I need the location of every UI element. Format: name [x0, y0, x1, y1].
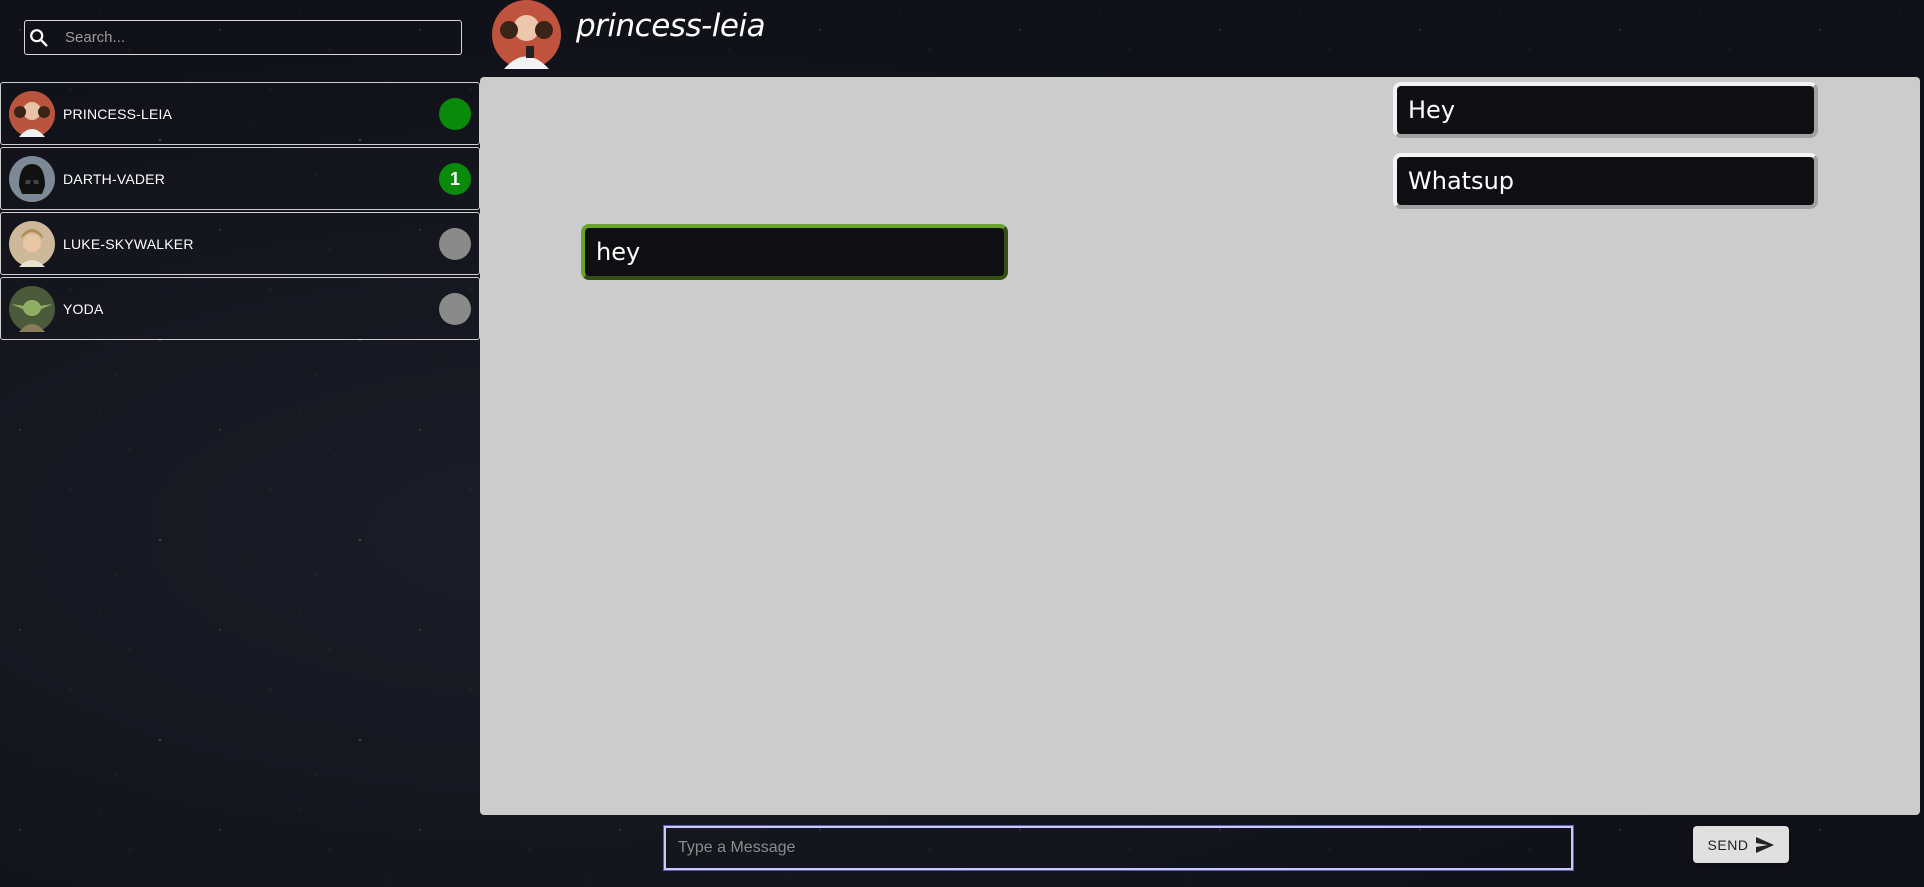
message-bubble-outgoing: Hey	[1393, 82, 1818, 138]
contact-item-darth-vader[interactable]: DARTH-VADER 1	[0, 147, 480, 210]
chat-window: Hey Whatsup hey	[480, 77, 1920, 815]
status-badge	[439, 293, 471, 325]
contact-name: PRINCESS-LEIA	[63, 105, 173, 122]
avatar	[9, 90, 55, 137]
search-box[interactable]	[24, 20, 462, 55]
avatar	[9, 285, 55, 332]
message-text: hey	[596, 238, 641, 266]
contact-name: DARTH-VADER	[63, 170, 166, 187]
send-button[interactable]: SEND	[1693, 826, 1789, 863]
search-icon	[30, 28, 48, 47]
chat-title: princess-leia	[576, 8, 766, 44]
contact-item-princess-leia[interactable]: PRINCESS-LEIA	[0, 82, 480, 145]
contact-name: YODA	[63, 300, 104, 317]
message-text: Hey	[1408, 96, 1456, 124]
contact-name: LUKE-SKYWALKER	[63, 235, 194, 252]
header-avatar	[492, 0, 561, 69]
status-badge	[439, 98, 471, 130]
send-label: SEND	[1707, 836, 1749, 853]
status-badge	[439, 228, 471, 260]
avatar	[9, 220, 55, 267]
contact-list: PRINCESS-LEIA DARTH-VADER 1 LUKE-SKYWALK…	[0, 82, 480, 342]
contact-item-yoda[interactable]: YODA	[0, 277, 480, 340]
search-input[interactable]	[63, 28, 461, 47]
message-bubble-incoming: hey	[581, 224, 1008, 280]
avatar	[9, 155, 55, 202]
contact-item-luke-skywalker[interactable]: LUKE-SKYWALKER	[0, 212, 480, 275]
unread-badge: 1	[439, 163, 471, 195]
message-bubble-outgoing: Whatsup	[1393, 153, 1818, 209]
message-input[interactable]	[663, 825, 1574, 871]
message-text: Whatsup	[1408, 167, 1515, 195]
send-icon	[1756, 836, 1775, 853]
